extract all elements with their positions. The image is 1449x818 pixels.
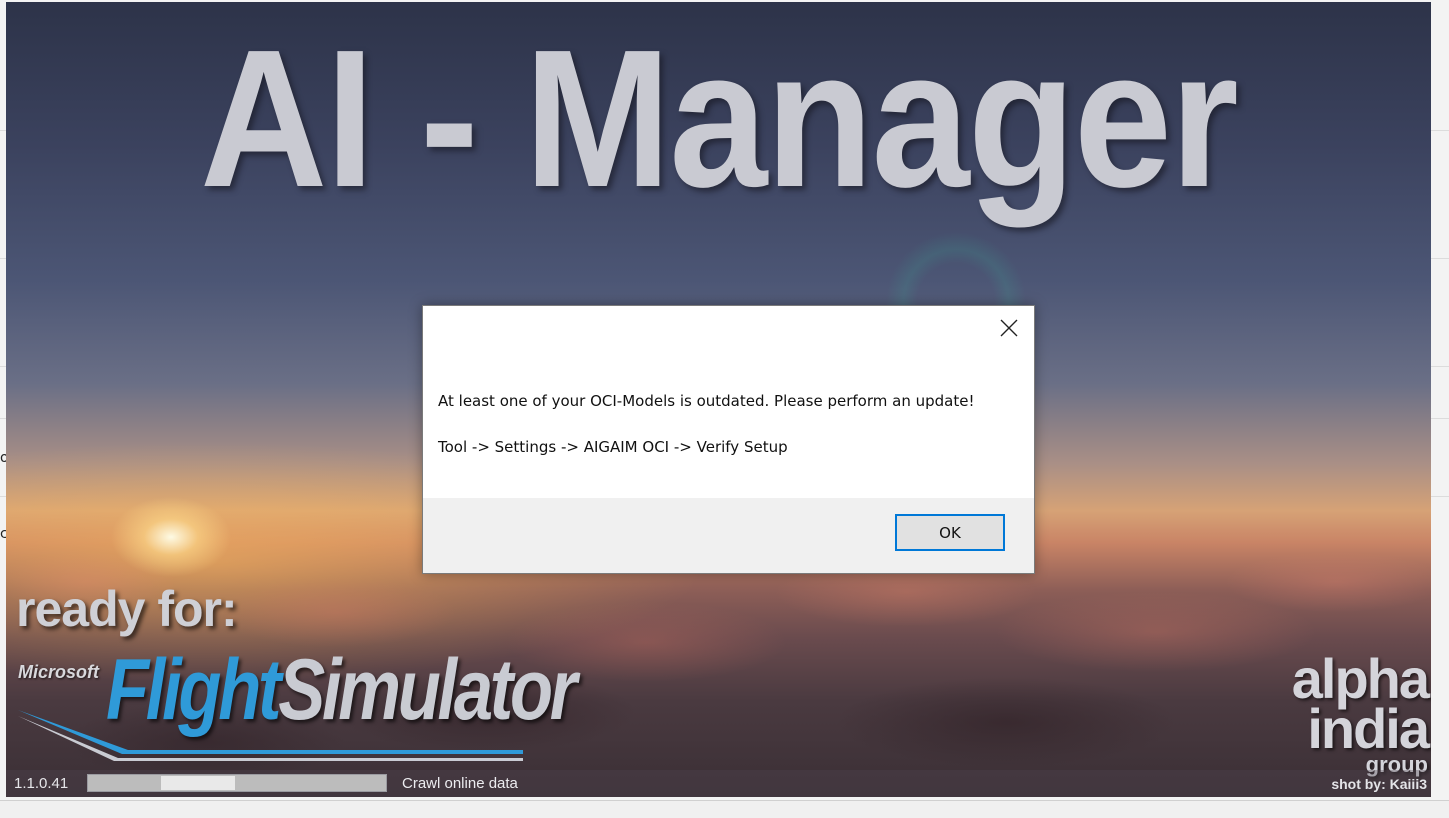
message-dialog: At least one of your OCI-Models is outda… <box>422 305 1035 574</box>
status-bar: 1.1.0.41 Crawl online data shot by: Kaii… <box>6 770 1431 797</box>
version-label: 1.1.0.41 <box>14 775 69 792</box>
taskbar-edge <box>0 800 1449 818</box>
dialog-instructions: Tool -> Settings -> AIGAIM OCI -> Verify… <box>438 438 788 456</box>
ok-button[interactable]: OK <box>895 514 1005 551</box>
msfs-flight-text: Flight <box>106 642 282 738</box>
india-text: india <box>1307 697 1430 760</box>
alpha-india-logo: alpha india group <box>1268 651 1430 776</box>
progress-bar <box>87 774 387 792</box>
dialog-message: At least one of your OCI-Models is outda… <box>438 392 975 410</box>
close-icon <box>1000 319 1018 337</box>
app-title: AI - Manager <box>200 9 1239 228</box>
msfs-simulator-text: Simulator <box>278 642 577 738</box>
msfs-microsoft-text: Microsoft <box>18 662 99 682</box>
status-task-label: Crawl online data <box>402 775 518 792</box>
photo-credit: shot by: Kaiii3 <box>1331 776 1427 792</box>
ready-for-label: ready for: <box>16 581 238 637</box>
close-button[interactable] <box>992 314 1026 342</box>
msfs-logo-text: FlightSimulator <box>106 640 577 740</box>
progress-marquee <box>161 776 235 790</box>
dialog-footer: OK <box>423 498 1034 573</box>
